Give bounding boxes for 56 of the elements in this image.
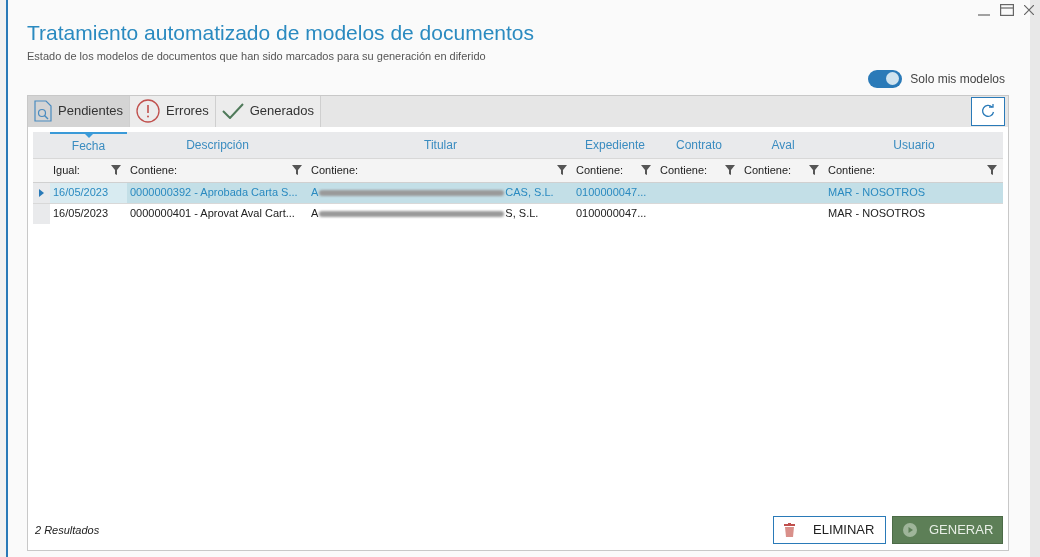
table-cell-text: 16/05/2023 — [52, 206, 110, 222]
row-selector[interactable] — [33, 182, 50, 203]
document-search-icon — [34, 100, 52, 122]
table-cell-text: S, S.L. — [505, 206, 539, 222]
filter-label: Contiene: — [130, 162, 178, 178]
table-cell-text: 0000000392 - Aprobada Carta S... — [129, 185, 299, 201]
column-header[interactable]: Contrato — [657, 131, 741, 158]
filter-icon[interactable] — [641, 165, 651, 175]
trash-icon — [784, 523, 795, 537]
filter-label: Contiene: — [744, 162, 792, 178]
table-cell: 16/05/2023 — [50, 182, 127, 203]
column-header[interactable]: Titular — [308, 131, 573, 158]
filter-label: Contiene: — [660, 162, 708, 178]
filter-icon[interactable] — [809, 165, 819, 175]
filter-label: Igual: — [53, 162, 80, 178]
tab[interactable]: Generados — [215, 95, 321, 127]
table-cell-text: 0100000047... — [575, 206, 648, 222]
sort-arrow-icon — [84, 133, 93, 138]
table-cell-text: MAR - NOSOTROS — [827, 206, 927, 222]
table-cell-text: CAS, S.L. — [505, 185, 554, 201]
column-header[interactable]: Expediente — [573, 131, 657, 158]
column-header[interactable]: Usuario — [825, 131, 1003, 158]
filter-icon[interactable] — [987, 165, 997, 175]
window-title: Tratamiento automatizado de modelos de documentos — [27, 20, 535, 46]
table-cell-text: MAR - NOSOTROS — [827, 185, 927, 201]
maximize-icon[interactable] — [1000, 4, 1014, 16]
refresh-button[interactable] — [971, 96, 1005, 126]
filter-label: Contiene: — [828, 162, 876, 178]
refresh-icon — [981, 104, 995, 118]
exclamation-circle-icon — [136, 99, 161, 123]
filter-icon[interactable] — [111, 165, 121, 175]
window-subtitle: Estado de los modelos de documentos que han sido marcados para su generación en diferido — [27, 49, 487, 64]
filter-icon[interactable] — [292, 165, 302, 175]
filter-icon[interactable] — [557, 165, 567, 175]
toggle-label: Solo mis modelos — [910, 70, 1005, 88]
tab[interactable]: Pendientes — [28, 95, 131, 127]
column-header[interactable]: Descripción — [127, 131, 308, 158]
table-cell-text: A — [311, 185, 319, 201]
table-row[interactable]: 16/05/2023 0000000392 - Aprobada Carta S... A CAS, S.L. 0100000047... MAR - NOSOTROS — [33, 181, 1003, 203]
toggle-switch[interactable] — [868, 69, 903, 88]
filter-label: Contiene: — [576, 162, 624, 178]
filter-label: Contiene: — [311, 162, 359, 178]
table-cell-text: A — [311, 206, 319, 222]
row-pointer-icon — [39, 188, 44, 197]
column-header[interactable]: Aval — [741, 131, 825, 158]
results-count: 2 Resultados — [35, 522, 100, 538]
table-cell-text: 0100000047... — [575, 185, 648, 201]
checkmark-icon — [221, 103, 244, 119]
tab[interactable]: Errores — [130, 95, 216, 127]
generate-button[interactable]: GENERAR — [892, 516, 1003, 544]
close-icon[interactable] — [1024, 5, 1034, 15]
play-icon — [903, 523, 917, 537]
table-cell-text: 0000000401 - Aprovat Aval Cart... — [129, 206, 296, 222]
table-row[interactable]: 16/05/2023 0000000401 - Aprovat Aval Cart... A S, S.L. 0100000047... MAR - NOSOTROS — [33, 202, 1003, 224]
delete-button[interactable]: ELIMINAR — [773, 516, 886, 544]
filter-icon[interactable] — [725, 165, 735, 175]
